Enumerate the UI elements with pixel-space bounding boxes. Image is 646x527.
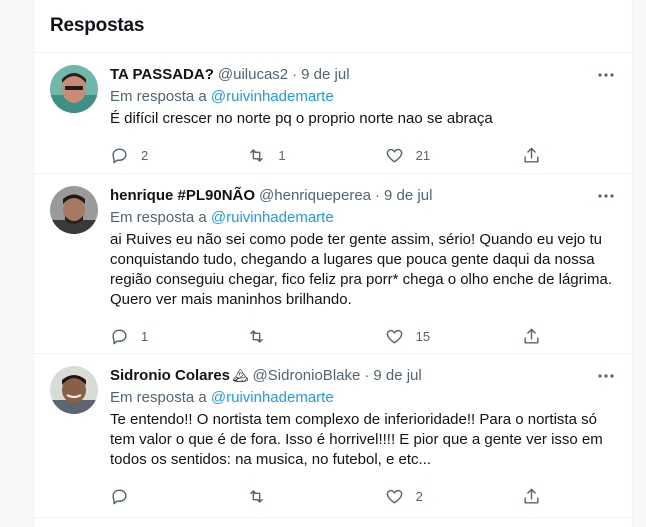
avatar[interactable]: [50, 65, 98, 113]
reply-button[interactable]: 1: [110, 327, 170, 346]
avatar-image: [50, 186, 98, 234]
retweet-button[interactable]: 1: [247, 146, 307, 165]
separator-dot: ·: [364, 367, 370, 384]
tweet-date[interactable]: 9 de jul: [373, 366, 421, 386]
share-button[interactable]: [522, 327, 542, 346]
section-header: Respostas: [34, 0, 632, 53]
reply-mention-link[interactable]: @ruivinhademarte: [211, 209, 334, 226]
author-handle[interactable]: @henriqueperea: [259, 186, 371, 206]
author-name[interactable]: Sidronio Colares: [110, 366, 230, 386]
separator-dot: ·: [292, 66, 298, 83]
heart-icon: [386, 329, 402, 344]
reply-mention-link[interactable]: @ruivinhademarte: [211, 389, 334, 406]
reply-count: 1: [141, 328, 149, 344]
author-name[interactable]: TA PASSADA?: [110, 65, 214, 85]
reply-to-line: Em resposta a @ruivinhademarte: [110, 208, 616, 228]
name-emoji: 🏔: [232, 368, 249, 383]
reply-icon: [112, 147, 127, 163]
like-button[interactable]: 15: [385, 327, 445, 346]
avatar[interactable]: [50, 186, 98, 234]
author-handle[interactable]: @uilucas2: [218, 65, 288, 85]
reply-icon: [112, 328, 127, 344]
share-button[interactable]: [522, 487, 542, 506]
more-options-icon[interactable]: [596, 366, 616, 386]
heart-icon: [386, 148, 402, 163]
like-count: 15: [415, 328, 431, 344]
reply-to-line: Em resposta a @ruivinhademarte: [110, 87, 616, 107]
reply-tweet[interactable]: Sidronio Colares 🏔 @SidronioBlake · 9 de…: [34, 354, 632, 518]
like-count: 21: [415, 147, 431, 163]
reply-tweet[interactable]: henrique #PL90NÃO @henriqueperea · 9 de …: [34, 174, 632, 354]
reply-tweet[interactable]: TA PASSADA? @uilucas2 · 9 de jul Em resp…: [34, 53, 632, 174]
author-name[interactable]: henrique #PL90NÃO: [110, 186, 255, 206]
reply-prefix: Em resposta a: [110, 209, 207, 226]
section-title: Respostas: [50, 15, 145, 36]
author-handle[interactable]: @SidronioBlake: [253, 366, 361, 386]
more-options-icon[interactable]: [596, 65, 616, 85]
tweet-text: É difícil crescer no norte pq o proprio …: [110, 110, 493, 127]
share-icon: [524, 328, 539, 344]
avatar-image: [50, 65, 98, 113]
reply-icon: [112, 488, 127, 504]
like-button[interactable]: 21: [385, 146, 445, 165]
reply-button[interactable]: 2: [110, 146, 170, 165]
retweet-count: 1: [278, 147, 286, 163]
share-icon: [524, 488, 539, 504]
like-count: 2: [415, 488, 423, 504]
tweet-date[interactable]: 9 de jul: [384, 186, 432, 206]
tweet-date[interactable]: 9 de jul: [301, 65, 349, 85]
tweet-actions: 2 1 21: [110, 139, 542, 171]
retweet-icon: [250, 329, 264, 343]
reply-prefix: Em resposta a: [110, 389, 207, 406]
tweet-text: ai Ruives eu não sei como pode ter gente…: [110, 231, 612, 308]
share-button[interactable]: [522, 146, 542, 165]
share-icon: [524, 147, 539, 163]
heart-icon: [386, 489, 402, 504]
retweet-icon: [250, 148, 264, 162]
tweet-actions: 1 15: [110, 320, 542, 352]
tweet-text: Te entendo!! O nortista tem complexo de …: [110, 411, 603, 468]
replies-panel: Respostas TA PASSADA? @uilucas2 · 9 de j…: [33, 0, 633, 527]
tweet-actions: 2: [110, 480, 542, 512]
avatar[interactable]: [50, 366, 98, 414]
retweet-button[interactable]: [247, 487, 307, 506]
retweet-icon: [250, 489, 264, 503]
reply-button[interactable]: [110, 487, 170, 506]
retweet-button[interactable]: [247, 327, 307, 346]
reply-count: 2: [141, 147, 149, 163]
avatar-image: [50, 366, 98, 414]
reply-mention-link[interactable]: @ruivinhademarte: [211, 88, 334, 105]
reply-prefix: Em resposta a: [110, 88, 207, 105]
like-button[interactable]: 2: [385, 487, 445, 506]
more-options-icon[interactable]: [596, 186, 616, 206]
reply-to-line: Em resposta a @ruivinhademarte: [110, 388, 616, 408]
separator-dot: ·: [375, 187, 381, 204]
